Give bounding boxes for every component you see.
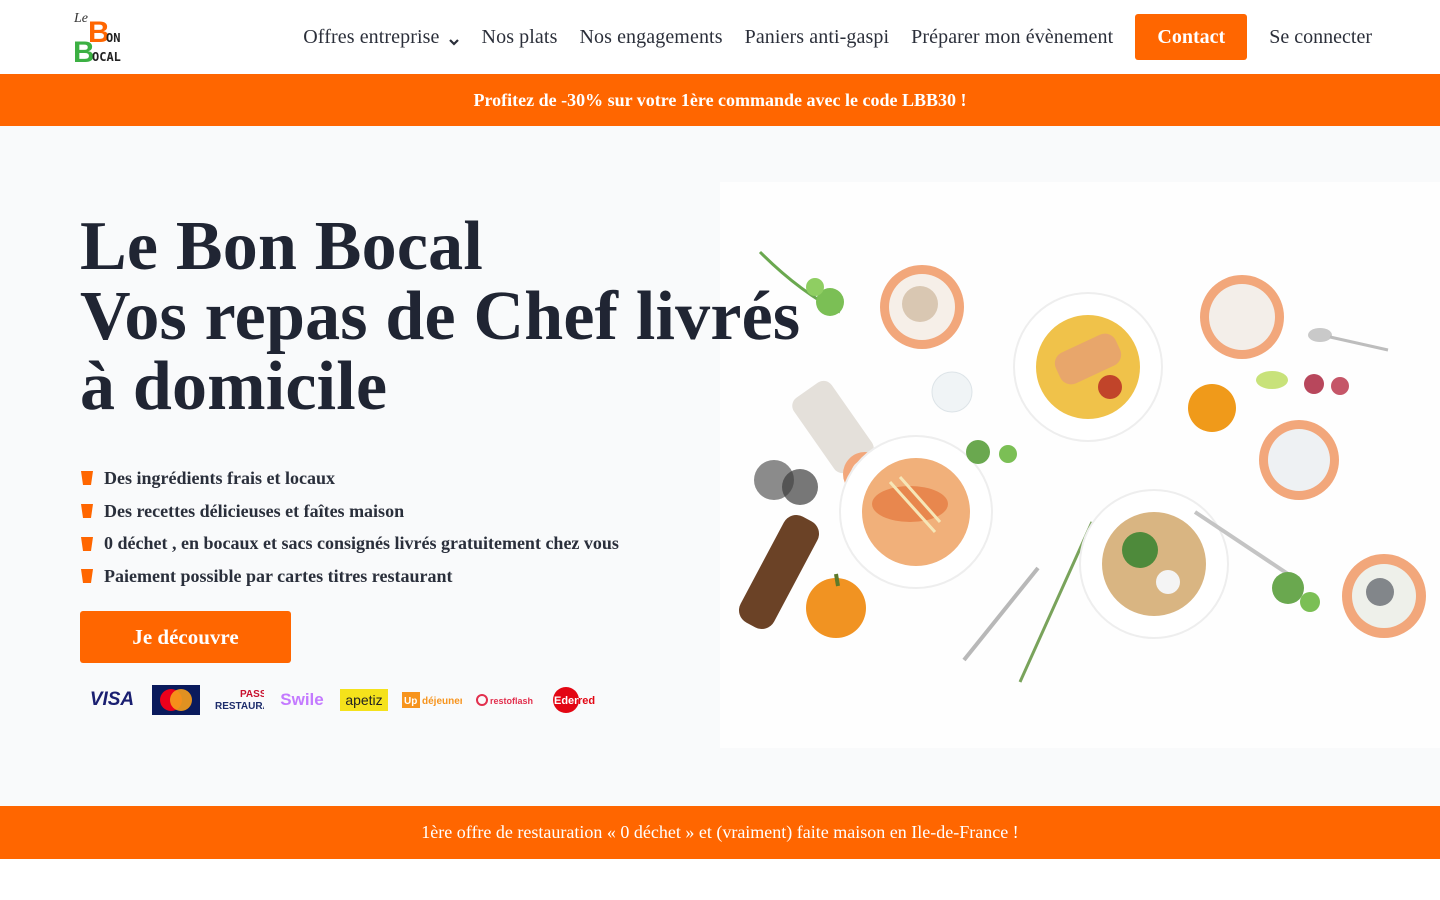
discover-button[interactable]: Je découvre [80,611,291,663]
list-item: 0 déchet , en bocaux et sacs consignés l… [80,527,619,560]
restoflash-logo: restoflash [476,684,538,716]
chevron-down-icon [448,31,460,46]
hero-title-line-2: Vos repas de Chef livrés [80,278,801,355]
payment-logos: VISA PASSRESTAURANT Swile apetiz Updéjeu… [86,684,614,716]
cup-icon [80,568,94,584]
mastercard-logo [152,685,200,715]
visa-logo: VISA [89,689,135,710]
svg-text:RESTAURANT: RESTAURANT [215,701,264,712]
svg-text:Up: Up [404,696,417,707]
promo-banner: Profitez de -30% sur votre 1ère commande… [0,74,1440,126]
bottom-banner-text: 1ère offre de restauration « 0 déchet » … [421,822,1019,842]
bullet-text: Des recettes délicieuses et faîtes maiso… [104,500,405,521]
svg-text:PASS: PASS [240,689,264,700]
list-item: Des ingrédients frais et locaux [80,462,619,495]
svg-text:OCAL: OCAL [92,50,121,64]
login-link[interactable]: Se connecter [1269,26,1372,49]
edenred-logo: Eden red [552,684,600,716]
nav-item-nos-engagements[interactable]: Nos engagements [579,26,722,49]
hero-title-line-3: à domicile [80,348,388,425]
bullet-text: Paiement possible par cartes titres rest… [104,565,453,586]
list-item: Paiement possible par cartes titres rest… [80,560,619,593]
svg-text:red: red [578,695,595,707]
bullet-text: 0 déchet , en bocaux et sacs consignés l… [104,533,619,554]
main-nav: Offres entreprise Nos plats Nos engageme… [303,14,1372,60]
cup-icon [80,536,94,552]
food-spread-photo [720,182,1440,748]
nav-item-nos-plats[interactable]: Nos plats [482,26,558,49]
site-header: Le B B ON OCAL Offres entreprise Nos pla… [0,0,1440,74]
promo-text: Profitez de -30% sur votre 1ère commande… [473,89,967,110]
cup-icon [80,503,94,519]
hero-title: Le Bon Bocal Vos repas de Chef livrés à … [80,212,800,422]
up-dejeuner-logo: Up déjeuner [402,684,462,716]
nav-item-offres-entreprise[interactable]: Offres entreprise [303,26,459,49]
cup-icon [80,470,94,486]
contact-button[interactable]: Contact [1135,14,1248,60]
nav-item-preparer-evenement[interactable]: Préparer mon évènement [911,26,1113,49]
brand-logo[interactable]: Le B B ON OCAL [72,8,132,69]
pass-restaurant-logo: PASSRESTAURANT [214,684,264,716]
bullet-text: Des ingrédients frais et locaux [104,467,335,488]
nav-item-paniers-anti-gaspi[interactable]: Paniers anti-gaspi [745,26,890,49]
list-item: Des recettes délicieuses et faîtes maiso… [80,495,619,528]
hero-section: Le Bon Bocal Vos repas de Chef livrés à … [0,126,1440,806]
logo-le-text: Le [73,11,88,26]
svg-text:ON: ON [106,31,120,45]
apetiz-logo: apetiz [340,689,388,711]
swile-logo: Swile [280,690,324,709]
svg-text:restoflash: restoflash [490,696,533,706]
hero-bullets: Des ingrédients frais et locaux Des rece… [80,462,619,593]
bottom-banner: 1ère offre de restauration « 0 déchet » … [0,806,1440,859]
svg-text:déjeuner: déjeuner [422,696,462,707]
hero-title-line-1: Le Bon Bocal [80,208,483,285]
nav-item-label: Offres entreprise [303,25,440,48]
